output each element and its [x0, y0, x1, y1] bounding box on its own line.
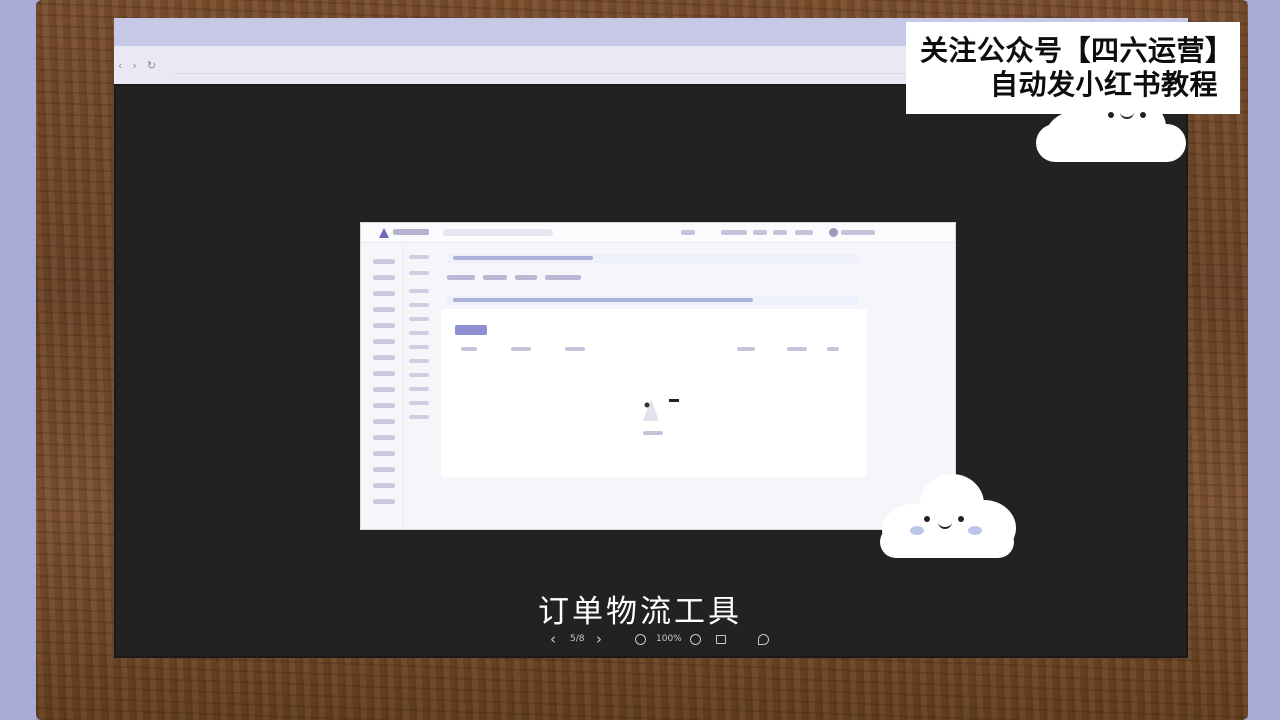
tab: [545, 275, 581, 280]
notice-line-1: 关注公众号【四六运营】: [920, 34, 1234, 67]
sidebar-row: [373, 499, 395, 504]
table-header: [461, 347, 477, 351]
subnav-row: [409, 331, 429, 335]
tab: [515, 275, 537, 280]
avatar: [829, 228, 838, 237]
screenshot-sidebar: [361, 243, 403, 529]
page-indicator: 5/8: [570, 634, 585, 644]
brand-placeholder: [393, 229, 429, 235]
sidebar-row: [373, 451, 395, 456]
cloud-top-right: [1036, 96, 1192, 164]
subnav-row: [409, 271, 429, 275]
subnav-row: [409, 415, 429, 419]
subnav-row: [409, 345, 429, 349]
embedded-screenshot: [360, 222, 956, 530]
subnav-row: [409, 373, 429, 377]
tab: [447, 275, 475, 280]
topbar-item: [681, 230, 695, 235]
empty-state-dash: [669, 399, 679, 402]
sidebar-row: [373, 403, 395, 408]
empty-state-icon: [643, 399, 659, 421]
chevron-left-icon[interactable]: ‹: [550, 630, 556, 648]
tab: [483, 275, 507, 280]
subnav-row: [409, 255, 429, 259]
sidebar-row: [373, 355, 395, 360]
zoom-out-icon[interactable]: [635, 634, 646, 645]
table-header: [737, 347, 755, 351]
back-icon[interactable]: ‹: [118, 59, 122, 72]
topbar-item: [773, 230, 787, 235]
reload-icon[interactable]: ↻: [147, 59, 156, 72]
subnav-row: [409, 359, 429, 363]
chevron-right-icon[interactable]: ›: [596, 630, 602, 648]
sidebar-row: [373, 483, 395, 488]
table-header: [787, 347, 807, 351]
empty-state-text: [643, 431, 663, 435]
subtitle-caption: 订单物流工具: [538, 594, 742, 630]
screenshot-tabs: [447, 275, 581, 280]
sidebar-row: [373, 259, 395, 264]
notice-bar: [447, 296, 859, 305]
screenshot-topbar: [361, 223, 955, 243]
topbar-item: [841, 230, 875, 235]
subnav-row: [409, 289, 429, 293]
rotate-icon[interactable]: [758, 634, 769, 645]
fit-screen-icon[interactable]: [716, 635, 726, 644]
image-viewer-toolbar: ‹ 5/8 › 100%: [540, 630, 780, 650]
table-header: [511, 347, 531, 351]
sidebar-row: [373, 323, 395, 328]
zoom-level: 100%: [656, 634, 682, 644]
sidebar-row: [373, 307, 395, 312]
subnav-row: [409, 387, 429, 391]
cloud-bottom-right: [878, 474, 1018, 564]
browser-nav: ‹ › ↻: [118, 46, 156, 84]
forward-icon[interactable]: ›: [132, 59, 136, 72]
topbar-item: [721, 230, 747, 235]
sidebar-row: [373, 419, 395, 424]
screenshot-subnav: [405, 243, 435, 529]
topbar-item: [753, 230, 767, 235]
sidebar-row: [373, 467, 395, 472]
sidebar-row: [373, 387, 395, 392]
table-header: [827, 347, 839, 351]
sidebar-row: [373, 291, 395, 296]
topbar-item: [795, 230, 813, 235]
primary-button: [455, 325, 487, 335]
zoom-in-icon[interactable]: [690, 634, 701, 645]
search-placeholder: [443, 229, 553, 236]
orders-card: [441, 309, 867, 477]
logo-icon: [379, 228, 389, 238]
notice-bar: [447, 254, 859, 263]
sidebar-row: [373, 435, 395, 440]
subnav-row: [409, 401, 429, 405]
sidebar-row: [373, 275, 395, 280]
sidebar-row: [373, 371, 395, 376]
subnav-row: [409, 317, 429, 321]
subnav-row: [409, 303, 429, 307]
sidebar-row: [373, 339, 395, 344]
table-header: [565, 347, 585, 351]
